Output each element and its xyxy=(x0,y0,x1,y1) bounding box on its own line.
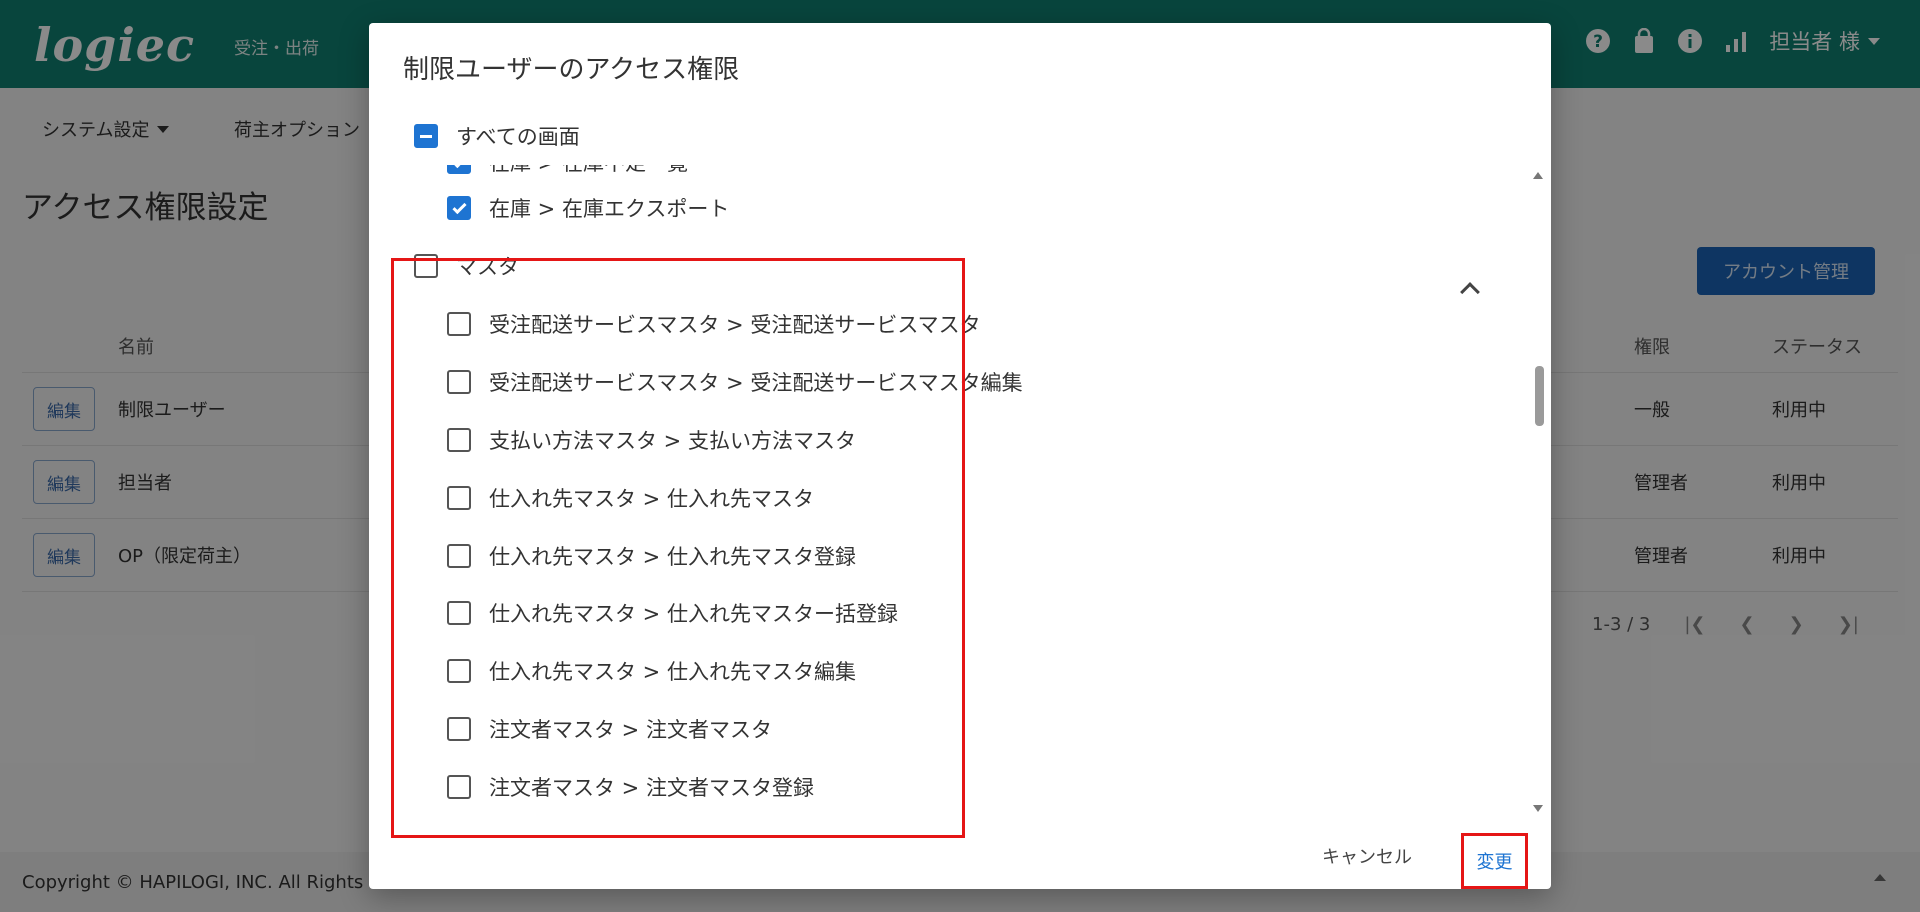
permission-label: 受注配送サービスマスタ > 受注配送サービスマスタ編集 xyxy=(489,371,1023,395)
list-item[interactable]: 仕入れ先マスタ > 仕入れ先マスター括登録 xyxy=(447,598,898,628)
permission-label: 支払い方法マスタ > 支払い方法マスタ xyxy=(489,429,856,453)
list-item[interactable]: 仕入れ先マスタ > 仕入れ先マスタ編集 xyxy=(447,656,856,686)
scroll-down-icon[interactable] xyxy=(1533,805,1543,812)
scrollbar-thumb[interactable] xyxy=(1535,366,1544,426)
checkbox-icon[interactable] xyxy=(447,370,471,394)
permission-label: 仕入れ先マスタ > 仕入れ先マスタ xyxy=(489,487,814,511)
permission-label: 在庫 > 在庫エクスポート xyxy=(489,197,730,221)
chevron-up-icon[interactable] xyxy=(1460,282,1480,302)
checkbox-checked-icon[interactable] xyxy=(447,196,471,220)
permission-label: 注文者マスタ > 注文者マスタ登録 xyxy=(489,776,814,800)
permission-label: 仕入れ先マスタ > 仕入れ先マスタ編集 xyxy=(489,660,856,684)
list-item[interactable]: 受注配送サービスマスタ > 受注配送サービスマスタ編集 xyxy=(447,367,1023,397)
list-item[interactable]: 在庫 > 在庫不足一覧 xyxy=(447,165,688,177)
list-item[interactable]: 支払い方法マスタ > 支払い方法マスタ xyxy=(447,425,856,455)
list-item[interactable]: 注文者マスタ > 注文者マスタ xyxy=(447,714,772,744)
checkbox-checked-icon[interactable] xyxy=(447,165,471,174)
change-button[interactable]: 変更 xyxy=(1461,833,1528,889)
checkbox-icon[interactable] xyxy=(447,717,471,741)
permission-label: 仕入れ先マスタ > 仕入れ先マスター括登録 xyxy=(489,602,898,626)
checkbox-icon[interactable] xyxy=(447,312,471,336)
checkbox-icon[interactable] xyxy=(447,659,471,683)
dialog-title: 制限ユーザーのアクセス権限 xyxy=(403,55,740,85)
checkbox-icon[interactable] xyxy=(447,775,471,799)
cancel-button[interactable]: キャンセル xyxy=(1322,843,1412,869)
checkbox-icon[interactable] xyxy=(447,486,471,510)
list-item[interactable]: 仕入れ先マスタ > 仕入れ先マスタ登録 xyxy=(447,541,856,571)
permission-list[interactable]: 在庫 > 在庫不足一覧 在庫 > 在庫エクスポート マスタ 受注配送サービスマス… xyxy=(369,165,1551,828)
scroll-up-icon[interactable] xyxy=(1533,172,1543,179)
list-item[interactable]: 在庫 > 在庫エクスポート xyxy=(447,193,729,223)
list-item[interactable]: 受注配送サービスマスタ > 受注配送サービスマスタ xyxy=(447,309,981,339)
group-master[interactable]: マスタ xyxy=(414,251,519,281)
permission-label: 受注配送サービスマスタ > 受注配送サービスマスタ xyxy=(489,313,981,337)
dialog-actions: キャンセル 変更 xyxy=(369,833,1551,889)
permission-label: 仕入れ先マスタ > 仕入れ先マスタ登録 xyxy=(489,545,856,569)
checkbox-icon[interactable] xyxy=(414,254,438,278)
group-label: マスタ xyxy=(456,255,519,279)
indeterminate-checkbox-icon[interactable] xyxy=(414,124,438,148)
checkbox-icon[interactable] xyxy=(447,544,471,568)
checkbox-icon[interactable] xyxy=(447,428,471,452)
permission-label: 在庫 > 在庫不足一覧 xyxy=(489,165,688,177)
access-permission-dialog: 制限ユーザーのアクセス権限 すべての画面 在庫 > 在庫不足一覧 在庫 > 在庫… xyxy=(369,23,1551,889)
list-item[interactable]: 仕入れ先マスタ > 仕入れ先マスタ xyxy=(447,483,814,513)
select-all-label: すべての画面 xyxy=(456,125,580,149)
checkbox-icon[interactable] xyxy=(447,601,471,625)
list-item[interactable]: 注文者マスタ > 注文者マスタ登録 xyxy=(447,772,814,802)
select-all-screens[interactable]: すべての画面 xyxy=(414,121,580,151)
permission-label: 注文者マスタ > 注文者マスタ xyxy=(489,718,772,742)
